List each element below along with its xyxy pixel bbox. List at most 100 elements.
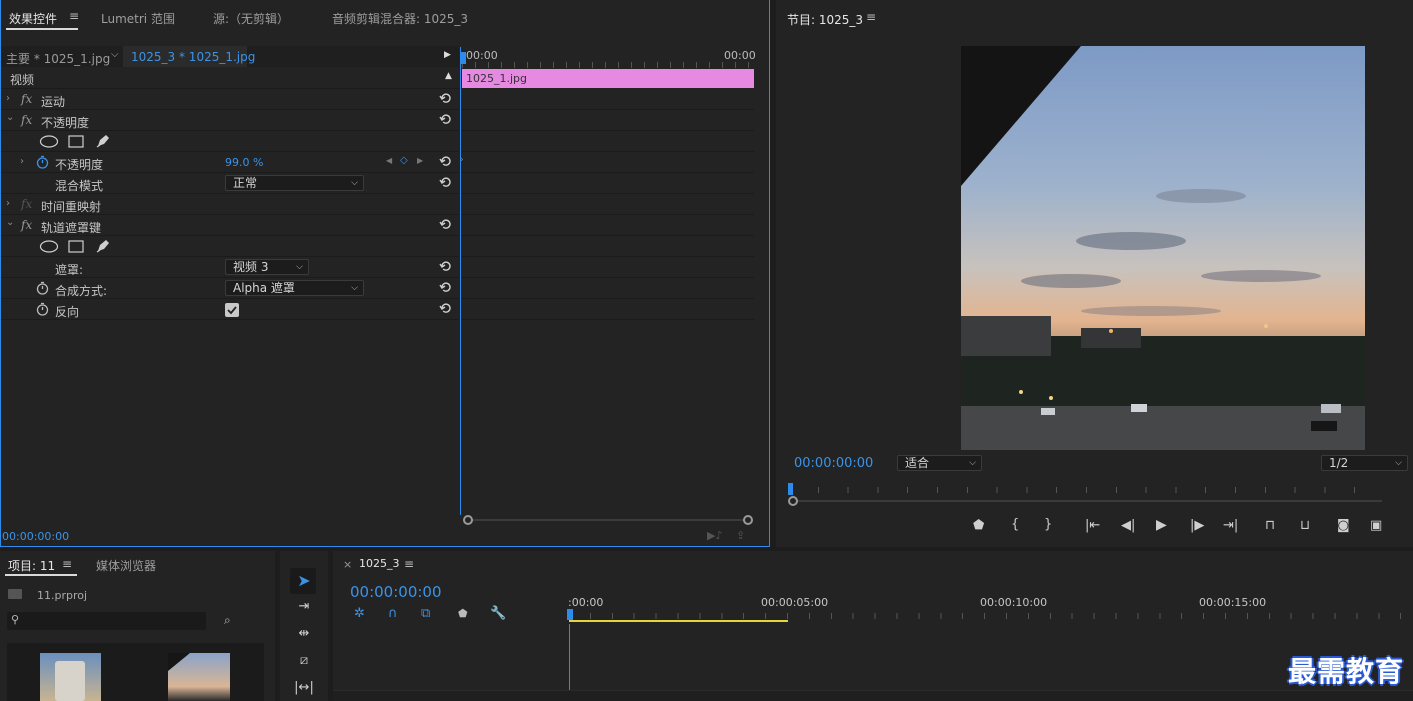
fit-dropdown[interactable]: 适合 ⌵	[897, 455, 982, 471]
time-remap-row[interactable]: › fx 时间重映射	[1, 194, 459, 215]
expand-chevron-icon[interactable]: ›	[6, 198, 10, 209]
playhead-marker[interactable]	[788, 483, 793, 495]
playhead-marker[interactable]	[567, 609, 573, 620]
tab-source[interactable]: 源:（无剪辑）	[213, 10, 289, 27]
blend-mode-dropdown[interactable]: 正常 ⌵	[225, 175, 364, 191]
reset-icon[interactable]	[439, 302, 452, 315]
mark-in-icon[interactable]: {	[1011, 517, 1019, 532]
tab-menu-icon[interactable]: ≡	[404, 557, 414, 571]
scroll-handle-left[interactable]	[788, 496, 798, 506]
tab-media-browser[interactable]: 媒体浏览器	[96, 557, 156, 574]
effect-clip-bar[interactable]: 1025_1.jpg	[462, 69, 754, 88]
reset-icon[interactable]	[439, 92, 452, 105]
keyframe-marker-icon[interactable]: ›	[460, 155, 464, 165]
sequence-clip-label[interactable]: 1025_3 * 1025_1.jpg	[131, 50, 255, 64]
selection-tool-icon[interactable]: ➤	[293, 570, 315, 592]
thumbnail-cup-image[interactable]	[40, 653, 101, 701]
tab-menu-icon[interactable]: ≡	[69, 9, 79, 23]
effect-timeline-divider[interactable]	[460, 47, 461, 515]
resolution-dropdown[interactable]: 1/2 ⌵	[1321, 455, 1408, 471]
scroll-handle-left[interactable]	[463, 515, 473, 525]
collapse-up-icon[interactable]: ▲	[445, 71, 452, 81]
snap-magnet-icon[interactable]: ∩	[388, 606, 398, 621]
reset-icon[interactable]	[439, 260, 452, 273]
program-monitor-title[interactable]: 节目: 1025_3	[787, 11, 863, 28]
stopwatch-icon[interactable]	[36, 302, 49, 316]
timeline-ruler[interactable]: :00:00 00:00:05:00 00:00:10:00 00:00:15:…	[567, 591, 1413, 624]
stopwatch-icon[interactable]	[36, 281, 49, 295]
linked-selection-icon[interactable]: ⧉	[421, 606, 430, 621]
reset-icon[interactable]	[439, 218, 452, 231]
effect-timeline-ruler[interactable]: 00:00 00:00	[461, 46, 769, 68]
program-timecode[interactable]: 00:00:00:00	[794, 456, 873, 471]
comparison-view-icon[interactable]: ▣	[1370, 518, 1382, 533]
razor-tool-icon[interactable]: ⧄	[293, 650, 315, 672]
timeline-sequence-tab[interactable]: 1025_3	[359, 557, 400, 570]
opacity-value[interactable]: 99.0 %	[225, 156, 263, 169]
go-to-out-icon[interactable]: ⇥|	[1223, 518, 1238, 533]
wrench-icon[interactable]: 🔧	[490, 606, 506, 621]
master-clip-label[interactable]: 主要 * 1025_1.jpg	[6, 50, 110, 67]
tab-project[interactable]: 项目: 11	[8, 557, 55, 574]
play-icon[interactable]: ▶	[1156, 517, 1167, 533]
scrollbar-track[interactable]	[469, 519, 747, 521]
timeline-timecode[interactable]: 00:00:00:00	[350, 583, 442, 601]
add-marker-icon[interactable]: ⬟	[973, 518, 984, 533]
step-back-icon[interactable]: ◀|	[1121, 518, 1135, 533]
fx-icon[interactable]: fx	[21, 92, 32, 106]
play-arrow-icon[interactable]: ▶	[444, 50, 451, 60]
reverse-checkbox[interactable]	[225, 303, 239, 317]
reset-icon[interactable]	[439, 281, 452, 294]
step-forward-icon[interactable]: |▶	[1190, 518, 1204, 533]
opacity-effect-row[interactable]: ⌄ fx 不透明度	[1, 110, 459, 131]
tab-effect-controls[interactable]: 效果控件	[9, 10, 57, 27]
rectangle-mask-icon[interactable]	[68, 135, 84, 148]
zoom-scrollbar[interactable]	[788, 496, 1384, 506]
rectangle-mask-icon[interactable]	[68, 240, 84, 253]
program-video-frame[interactable]	[961, 46, 1365, 450]
slip-tool-icon[interactable]: |↔|	[293, 677, 315, 699]
add-marker-icon[interactable]: ⬟	[458, 607, 468, 620]
fx-icon[interactable]: fx	[21, 218, 32, 232]
expand-chevron-icon[interactable]: ›	[6, 93, 10, 104]
find-icon[interactable]: ⌕	[224, 613, 231, 628]
scroll-handle-right[interactable]	[743, 515, 753, 525]
scrollbar-track[interactable]	[794, 500, 1382, 502]
track-matte-row[interactable]: ⌄ fx 轨道遮罩键	[1, 215, 459, 236]
tab-audio-clip-mixer[interactable]: 音频剪辑混合器: 1025_3	[332, 10, 468, 27]
pen-mask-icon[interactable]	[95, 238, 111, 254]
tab-lumetri-scopes[interactable]: Lumetri 范围	[101, 10, 175, 27]
collapse-chevron-icon[interactable]: ⌄	[6, 217, 14, 228]
export-icon[interactable]: ⇪	[736, 529, 745, 542]
mark-out-icon[interactable]: }	[1044, 517, 1052, 532]
reset-icon[interactable]	[439, 155, 452, 168]
matte-dropdown[interactable]: 视频 3 ⌵	[225, 259, 309, 275]
stopwatch-icon[interactable]	[36, 155, 49, 169]
fx-icon[interactable]: fx	[21, 113, 32, 127]
prev-keyframe-icon[interactable]: ◀	[386, 156, 392, 165]
panel-menu-icon[interactable]: ≡	[866, 10, 876, 24]
nest-sequence-icon[interactable]: ✲	[354, 606, 365, 621]
track-select-tool-icon[interactable]: ⇥	[293, 596, 315, 618]
add-keyframe-icon[interactable]: ◇	[400, 155, 408, 166]
export-frame-icon[interactable]: ◙	[1337, 518, 1350, 533]
reset-icon[interactable]	[439, 176, 452, 189]
extract-icon[interactable]: ⊔	[1300, 518, 1310, 533]
ellipse-mask-icon[interactable]	[39, 135, 59, 148]
go-to-in-icon[interactable]: |⇤	[1085, 518, 1100, 533]
chevron-down-icon[interactable]: ⌵	[111, 49, 119, 60]
playhead-marker[interactable]	[461, 52, 466, 64]
composite-dropdown[interactable]: Alpha 遮罩 ⌵	[225, 280, 364, 296]
program-scrub-bar[interactable]	[788, 483, 1384, 497]
effect-timecode[interactable]: 00:00:00:00	[2, 530, 69, 543]
motion-effect-row[interactable]: › fx 运动	[1, 89, 459, 110]
ripple-edit-tool-icon[interactable]: ⇹	[293, 623, 315, 645]
reset-icon[interactable]	[439, 113, 452, 126]
close-tab-icon[interactable]: ×	[343, 558, 352, 571]
thumbnail-sunset-image[interactable]	[168, 653, 230, 701]
ellipse-mask-icon[interactable]	[39, 240, 59, 253]
audio-playback-icon[interactable]: ▶♪	[707, 529, 722, 542]
tab-menu-icon[interactable]: ≡	[62, 557, 72, 571]
next-keyframe-icon[interactable]: ▶	[417, 156, 423, 165]
pen-mask-icon[interactable]	[95, 133, 111, 149]
